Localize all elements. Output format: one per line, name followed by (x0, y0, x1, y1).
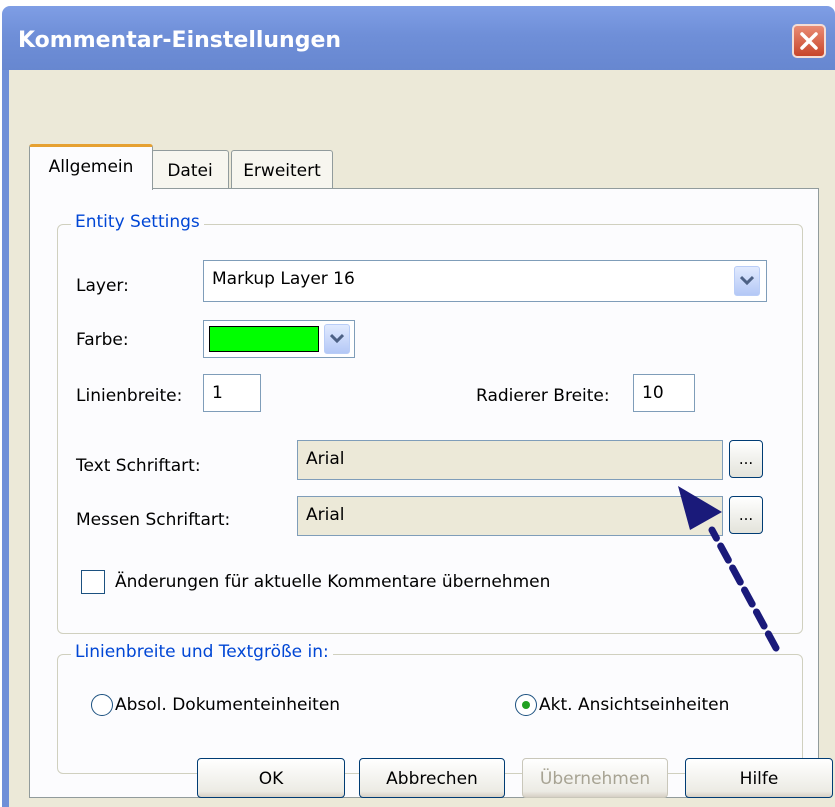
title-bar[interactable]: Kommentar-Einstellungen (2, 6, 835, 70)
measure-font-field: Arial (297, 496, 723, 536)
tab-datei[interactable]: Datei (151, 150, 229, 190)
layer-dropdown-button[interactable] (734, 266, 760, 296)
ok-button[interactable]: OK (197, 758, 345, 798)
dialog-window: Kommentar-Einstellungen Allgemein Datei … (2, 6, 835, 807)
radio-document-units-label[interactable]: Absol. Dokumenteinheiten (115, 695, 340, 715)
window-title: Kommentar-Einstellungen (18, 28, 342, 53)
cancel-button[interactable]: Abbrechen (359, 758, 505, 798)
color-dropdown-button[interactable] (324, 324, 350, 354)
line-width-value: 1 (212, 383, 223, 403)
ok-label: OK (258, 769, 284, 789)
layer-select[interactable]: Markup Layer 16 (203, 260, 767, 302)
eraser-width-value: 10 (642, 383, 664, 403)
radio-document-units[interactable] (91, 694, 113, 716)
apply-label: Übernehmen (539, 769, 651, 789)
line-width-input[interactable]: 1 (203, 374, 261, 412)
window-frame (2, 70, 9, 807)
tab-label: Erweitert (243, 161, 321, 181)
color-swatch (209, 326, 319, 352)
text-font-browse-button[interactable]: ... (729, 440, 763, 478)
dialog-client: Allgemein Datei Erweitert Entity Setting… (9, 70, 835, 807)
color-label: Farbe: (76, 330, 129, 350)
measure-font-browse-button[interactable]: ... (729, 496, 763, 534)
color-select[interactable] (203, 320, 355, 358)
close-icon (800, 32, 818, 50)
measure-font-value: Arial (306, 505, 345, 525)
tab-label: Datei (167, 161, 213, 181)
tab-erweitert[interactable]: Erweitert (231, 150, 333, 190)
help-label: Hilfe (739, 769, 779, 789)
browse-label: ... (738, 506, 754, 524)
tab-label: Allgemein (48, 157, 134, 177)
radio-view-units-label[interactable]: Akt. Ansichtseinheiten (539, 695, 729, 715)
entity-settings-legend: Entity Settings (71, 212, 204, 232)
text-font-value: Arial (306, 449, 345, 469)
eraser-width-input[interactable]: 10 (633, 374, 695, 412)
cancel-label: Abbrechen (386, 769, 478, 789)
text-font-label: Text Schriftart: (76, 456, 201, 476)
help-button[interactable]: Hilfe (685, 758, 833, 798)
radio-view-units[interactable] (515, 694, 537, 716)
eraser-width-label: Radierer Breite: (476, 386, 610, 406)
text-font-field: Arial (297, 440, 723, 480)
tab-allgemein[interactable]: Allgemein (29, 144, 153, 190)
units-legend: Linienbreite und Textgröße in: (71, 642, 333, 662)
measure-font-label: Messen Schriftart: (76, 510, 231, 530)
apply-to-current-checkbox[interactable] (81, 570, 105, 594)
apply-to-current-label[interactable]: Änderungen für aktuelle Kommentare übern… (115, 572, 550, 592)
layer-value: Markup Layer 16 (212, 269, 355, 289)
chevron-down-icon (330, 333, 344, 344)
line-width-label: Linienbreite: (76, 386, 183, 406)
close-button[interactable] (792, 24, 826, 58)
apply-button[interactable]: Übernehmen (522, 758, 668, 798)
chevron-down-icon (740, 275, 754, 286)
browse-label: ... (738, 450, 754, 468)
layer-label: Layer: (76, 276, 129, 296)
